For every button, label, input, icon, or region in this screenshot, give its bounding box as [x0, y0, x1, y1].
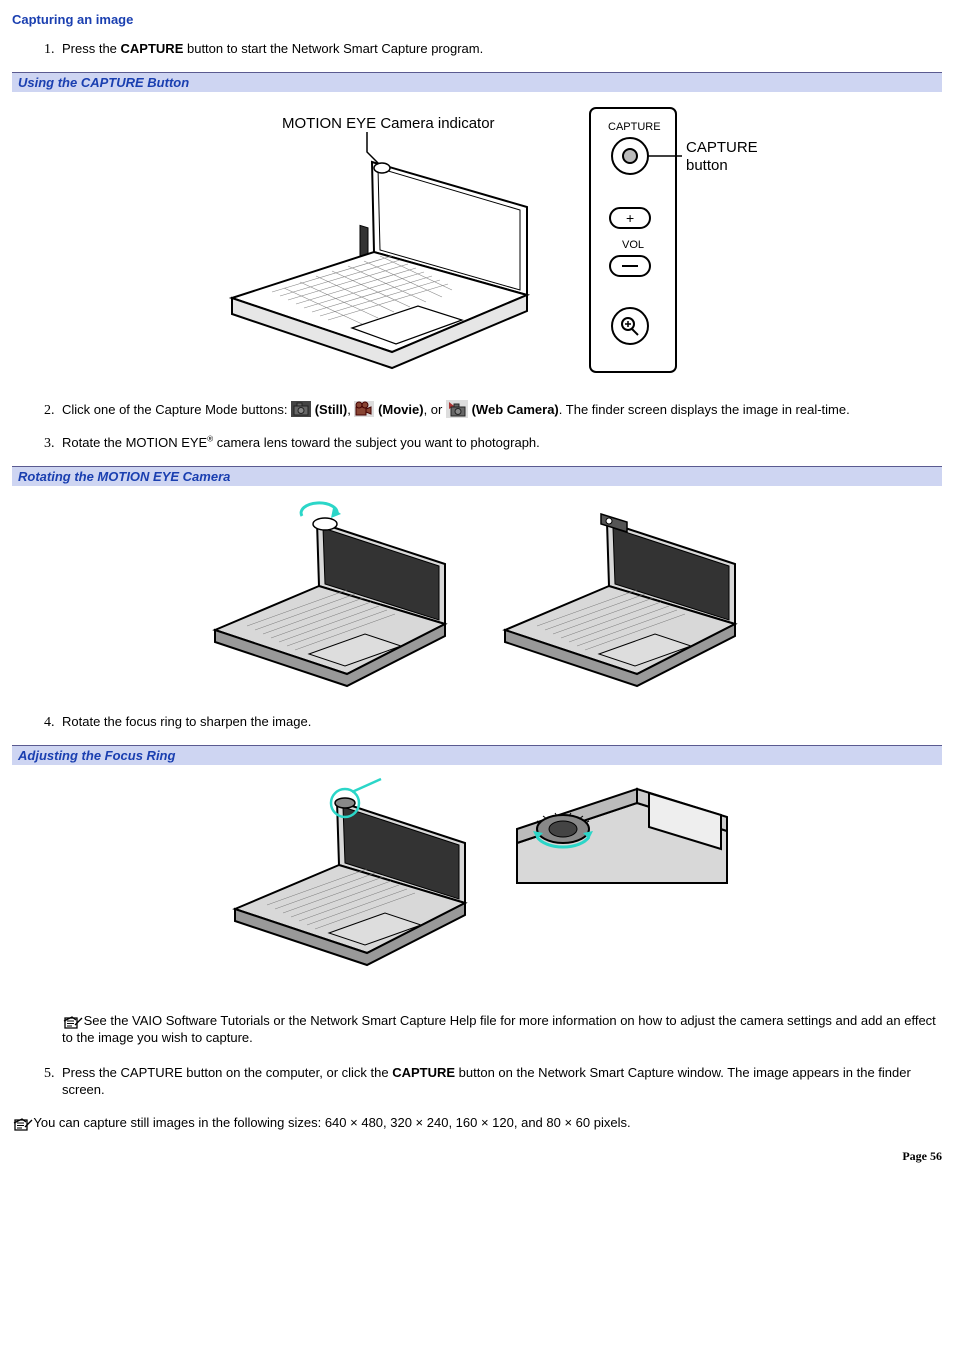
- bottom-note-text: You can capture still images in the foll…: [30, 1115, 631, 1130]
- step2-text-a: Click one of the Capture Mode buttons:: [62, 402, 291, 417]
- step2-sep1: ,: [347, 402, 354, 417]
- step-2: Click one of the Capture Mode buttons: (…: [58, 400, 942, 421]
- laptop-focus-left: [217, 773, 487, 983]
- step2-sep2: , or: [424, 402, 446, 417]
- capture-button-inner: [623, 149, 637, 163]
- caption-focus-ring: Adjusting the Focus Ring: [12, 745, 942, 765]
- step-5: Press the CAPTURE button on the computer…: [58, 1065, 942, 1099]
- step3-text-a: Rotate the MOTION EYE: [62, 435, 207, 450]
- caption-rotating-camera: Rotating the MOTION EYE Camera: [12, 466, 942, 486]
- callout-line: [367, 132, 381, 166]
- note-icon: [62, 1015, 80, 1029]
- capture-button-label-line1: CAPTURE: [686, 139, 758, 156]
- step4-note-text: See the VAIO Software Tutorials or the N…: [62, 1013, 936, 1045]
- web-camera-mode-icon: [446, 400, 468, 421]
- note-icon: [12, 1117, 30, 1131]
- still-label: (Still): [315, 402, 348, 417]
- caption-capture-button: Using the CAPTURE Button: [12, 72, 942, 92]
- zoom-button-outer: [612, 308, 648, 344]
- step1-capture-word: CAPTURE: [121, 41, 184, 56]
- movie-label: (Movie): [378, 402, 424, 417]
- bottom-note: You can capture still images in the foll…: [12, 1115, 942, 1131]
- capture-button-label-line2: button: [686, 157, 728, 174]
- panel-capture-label-top: CAPTURE: [608, 121, 661, 133]
- step1-text-c: button to start the Network Smart Captur…: [183, 41, 483, 56]
- vol-label: VOL: [622, 239, 644, 251]
- step4-text: Rotate the focus ring to sharpen the ima…: [62, 714, 311, 729]
- focus-ring-closeup: [507, 773, 737, 933]
- step3-text-b: camera lens toward the subject you want …: [213, 435, 540, 450]
- movie-mode-icon: [354, 401, 374, 420]
- step5-capture-word: CAPTURE: [392, 1065, 455, 1080]
- figure-focus-ring: [12, 773, 942, 983]
- step-3: Rotate the MOTION EYE® camera lens towar…: [58, 435, 942, 452]
- motion-eye-indicator: [360, 225, 368, 257]
- step-1: Press the CAPTURE button to start the Ne…: [58, 41, 942, 58]
- laptop-rotate-before: [197, 494, 467, 694]
- step1-text-a: Press the: [62, 41, 121, 56]
- laptop-rotate-after: [487, 494, 757, 694]
- web-camera-label: (Web Camera): [472, 402, 559, 417]
- section-title: Capturing an image: [12, 12, 942, 27]
- step5-text-a: Press the CAPTURE button on the computer…: [62, 1065, 392, 1080]
- still-mode-icon: [291, 401, 311, 420]
- figure-rotating-camera: [12, 494, 942, 694]
- step2-tail: . The finder screen displays the image i…: [559, 402, 850, 417]
- plus-icon: +: [626, 210, 634, 226]
- step-4: Rotate the focus ring to sharpen the ima…: [58, 714, 942, 731]
- figure-capture-button: MOTION EYE Camera indicator CAPTURE: [12, 100, 942, 380]
- page-number: Page 56: [12, 1149, 942, 1164]
- indicator-label: MOTION EYE Camera indicator: [282, 115, 495, 132]
